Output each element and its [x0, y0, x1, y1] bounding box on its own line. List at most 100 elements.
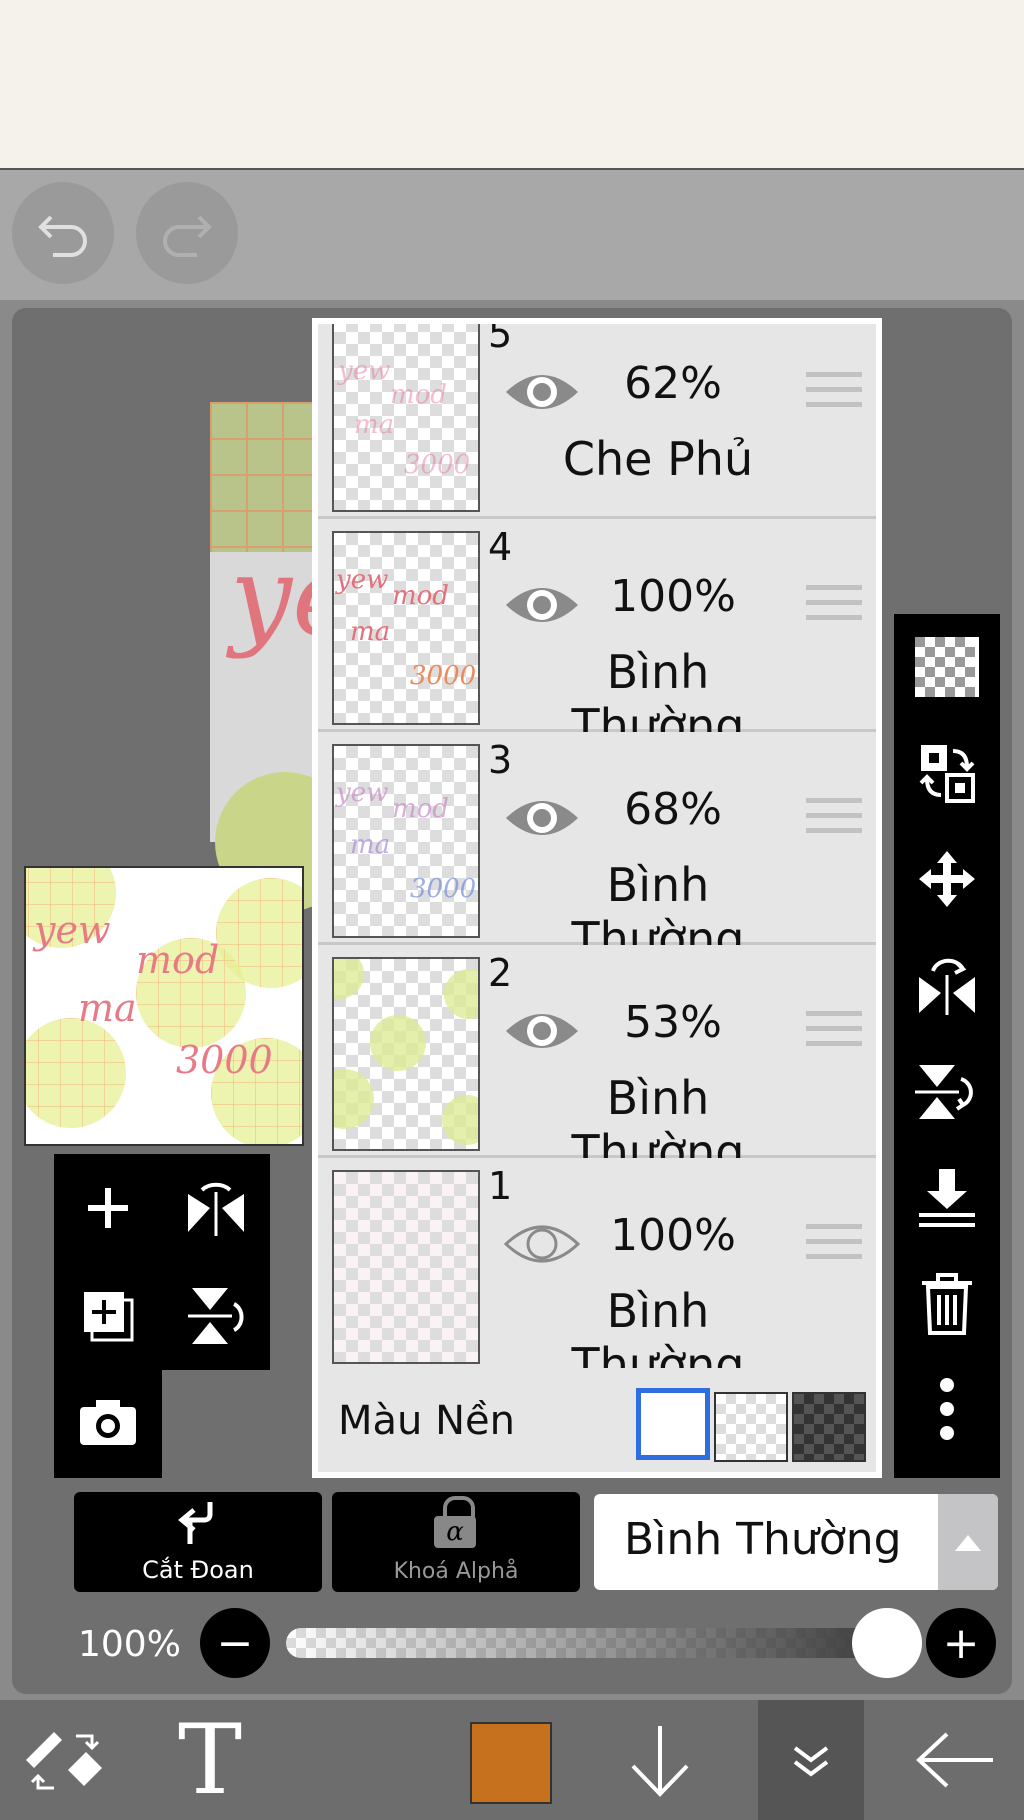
background-dark-swatch[interactable]: [792, 1392, 866, 1462]
alpha-lock-label: Khoá Alphå: [393, 1559, 519, 1584]
plus-icon: +: [942, 1617, 980, 1669]
opacity-increase-button[interactable]: +: [926, 1608, 996, 1678]
move-button[interactable]: [894, 826, 1000, 932]
flip-horizontal-icon: [919, 958, 975, 1015]
thumb-text-1: yew: [34, 908, 111, 952]
redo-icon: [163, 215, 212, 257]
flip-h-button[interactable]: [894, 932, 1000, 1038]
left-tools: [54, 1154, 270, 1370]
alpha-symbol: α: [434, 1516, 476, 1548]
eye-icon[interactable]: [504, 1003, 580, 1059]
layer-row-4[interactable]: yew mod ma 3000 4 100% Bình Thường: [318, 519, 876, 753]
thumb-text-3: ma: [78, 986, 137, 1030]
opacity-slider-knob[interactable]: [852, 1608, 922, 1678]
swap-layers-icon: [919, 745, 975, 803]
layer-thumbnail[interactable]: yew mod ma 3000: [332, 324, 480, 512]
alpha-lock-button[interactable]: α Khoá Alphå: [332, 1492, 580, 1592]
background-transparent-swatch[interactable]: [714, 1392, 788, 1462]
top-strip: [0, 0, 1024, 170]
eye-hidden-icon[interactable]: [504, 1216, 580, 1272]
alpha-lock-icon: α: [432, 1496, 478, 1550]
layer-number: 3: [488, 738, 513, 782]
flip-vertical-icon: [188, 1288, 244, 1344]
clipping-label: Cắt Đoan: [142, 1556, 254, 1584]
layer-row-5[interactable]: yew mod ma 3000 5 62% Che Phủ: [318, 324, 876, 519]
layer-opacity: 100%: [610, 571, 736, 622]
camera-icon: [80, 1400, 136, 1445]
layer-blend-mode: Bình Thường: [571, 1284, 745, 1368]
flip-vertical-button[interactable]: [162, 1262, 270, 1370]
more-options-button[interactable]: [894, 1356, 1000, 1462]
canvas-thumbnail: yew mod ma 3000: [24, 866, 304, 1146]
left-tools-camera: [54, 1368, 162, 1478]
layer-number: 2: [488, 951, 513, 995]
layer-thumbnail[interactable]: yew mod ma 3000: [332, 744, 480, 938]
clipping-arrow-icon: [178, 1502, 213, 1544]
camera-button[interactable]: [54, 1368, 162, 1476]
background-label: Màu Nền: [338, 1398, 515, 1444]
transparency-button[interactable]: [894, 614, 1000, 720]
clipping-button[interactable]: Cắt Đoan: [74, 1492, 322, 1592]
opacity-slider[interactable]: [286, 1628, 886, 1658]
merge-down-button[interactable]: [894, 1144, 1000, 1250]
back-button[interactable]: [900, 1700, 1010, 1820]
layer-thumbnail[interactable]: yew mod ma 3000: [332, 531, 480, 725]
duplicate-layer-icon: [84, 1292, 134, 1342]
drag-handle-icon[interactable]: [806, 798, 862, 843]
layer-blend-mode: Che Phủ: [562, 432, 754, 486]
minus-icon: −: [216, 1617, 254, 1669]
trash-icon: [922, 1273, 972, 1335]
layer-row-1[interactable]: 1 100% Bình Thường: [318, 1158, 876, 1368]
blend-mode-select[interactable]: Bình Thường: [594, 1494, 998, 1590]
drag-handle-icon[interactable]: [806, 372, 862, 417]
layer-opacity: 68%: [624, 784, 722, 835]
layers-toggle-button[interactable]: [758, 1700, 864, 1820]
move-icon: [919, 851, 975, 907]
delete-layer-button[interactable]: [894, 1250, 1000, 1356]
arrow-down-icon: [631, 1726, 689, 1797]
layer-panel: yew mod ma 3000 5 62% Che Phủ yew mod ma…: [312, 318, 882, 1478]
drag-handle-icon[interactable]: [806, 1224, 862, 1269]
drag-handle-icon[interactable]: [806, 1011, 862, 1056]
undo-button[interactable]: [12, 182, 114, 284]
eye-icon[interactable]: [504, 790, 580, 846]
layer-thumbnail[interactable]: [332, 1170, 480, 1364]
drag-handle-icon[interactable]: [806, 585, 862, 630]
flip-horizontal-icon: [188, 1182, 244, 1236]
layer-thumbnail[interactable]: [332, 957, 480, 1151]
brush-color-swatch[interactable]: [470, 1722, 552, 1804]
flip-horizontal-button[interactable]: [162, 1154, 270, 1262]
flip-v-button[interactable]: [894, 1038, 1000, 1144]
canvas[interactable]: yew: [210, 402, 451, 912]
dropdown-arrow-icon[interactable]: [938, 1494, 998, 1590]
swap-button[interactable]: [894, 720, 1000, 826]
layer-row-3[interactable]: yew mod ma 3000 3 68% Bình Thường: [318, 732, 876, 966]
right-tools: [894, 614, 1000, 1478]
thumb-text-4: 3000: [176, 1038, 273, 1082]
opacity-value: 100%: [78, 1624, 181, 1665]
layer-number: 5: [488, 324, 513, 356]
brush-eraser-toggle[interactable]: [10, 1700, 120, 1820]
eye-icon[interactable]: [504, 364, 580, 420]
brush-eraser-icon: [26, 1732, 102, 1790]
background-color-row: Màu Nền: [318, 1368, 876, 1472]
opacity-decrease-button[interactable]: −: [200, 1608, 270, 1678]
eye-icon[interactable]: [504, 577, 580, 633]
duplicate-layer-button[interactable]: [54, 1262, 162, 1370]
blend-mode-value: Bình Thường: [624, 1514, 902, 1565]
checkerboard-icon: [915, 637, 979, 697]
download-button[interactable]: [610, 1700, 710, 1820]
more-vertical-icon: [940, 1378, 954, 1440]
text-tool-icon: T: [177, 1704, 243, 1816]
merge-down-icon: [919, 1169, 975, 1227]
arrow-left-icon: [916, 1732, 993, 1788]
layer-row-2[interactable]: 2 53% Bình Thường: [318, 945, 876, 1179]
layer-number: 4: [488, 525, 513, 569]
background-white-swatch[interactable]: [636, 1388, 710, 1460]
layer-list[interactable]: yew mod ma 3000 5 62% Che Phủ yew mod ma…: [318, 324, 876, 1368]
layer-opacity: 100%: [610, 1210, 736, 1261]
add-layer-button[interactable]: [54, 1154, 162, 1262]
text-tool-button[interactable]: T: [160, 1700, 260, 1820]
redo-button[interactable]: [136, 182, 238, 284]
plus-icon: [88, 1188, 128, 1228]
